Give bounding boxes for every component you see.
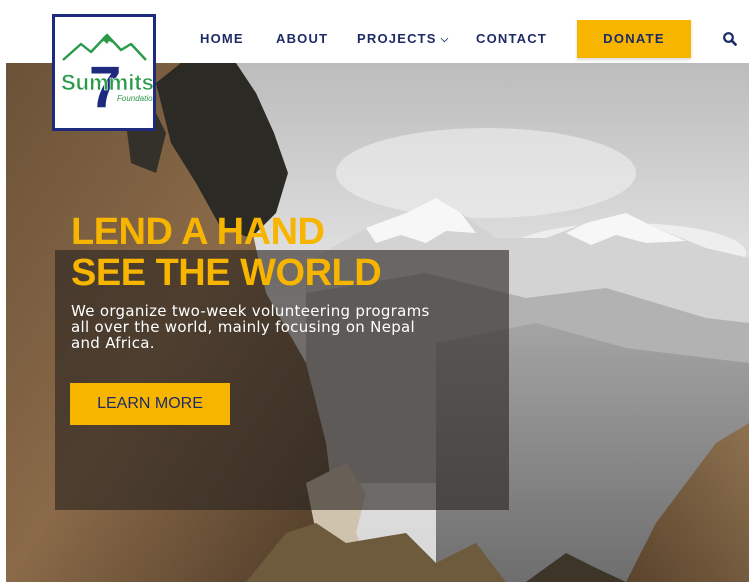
logo-name: Summits: [61, 70, 153, 95]
nav-projects-label: PROJECTS: [357, 31, 437, 46]
donate-button[interactable]: DONATE: [577, 20, 691, 58]
chevron-down-icon: ⌵: [440, 34, 450, 45]
site-logo[interactable]: 7 Summits Foundation: [52, 14, 158, 131]
nav-about-link[interactable]: ABOUT: [276, 31, 328, 46]
nav-contact-link[interactable]: CONTACT: [476, 31, 547, 46]
logo-mark: 7 Summits Foundation: [61, 33, 158, 120]
logo-subtitle: Foundation: [117, 94, 153, 103]
hero-description: We organize two-week volunteering progra…: [71, 302, 430, 352]
nav-projects-link[interactable]: PROJECTS ⌵: [357, 31, 449, 46]
hero-title-line2: SEE THE WORLD: [71, 252, 382, 294]
hero-title-line1: LEND A HAND: [71, 211, 325, 253]
nav-home-link[interactable]: HOME: [200, 31, 244, 46]
learn-more-button[interactable]: LEARN MORE: [70, 383, 230, 425]
search-icon[interactable]: [722, 31, 738, 47]
